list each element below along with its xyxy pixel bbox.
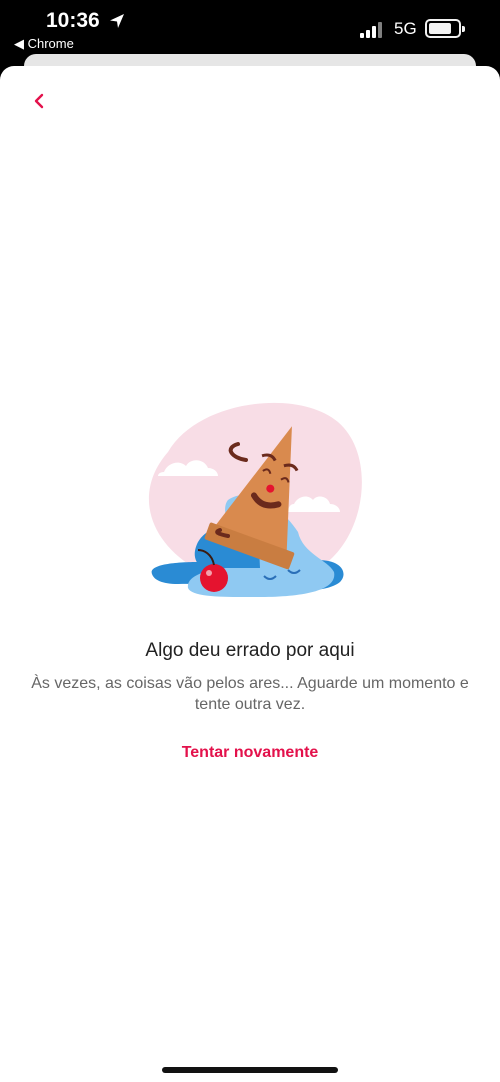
error-message: Às vezes, as coisas vão pelos ares... Ag… xyxy=(31,675,469,713)
home-indicator[interactable] xyxy=(162,1067,338,1073)
retry-button[interactable]: Tentar novamente xyxy=(150,744,350,768)
battery-icon xyxy=(425,19,465,38)
status-time: 10:36 xyxy=(46,9,100,32)
back-button[interactable] xyxy=(26,88,52,114)
network-type: 5G xyxy=(394,19,417,38)
status-bar: 10:36 ◀ Chrome 5G xyxy=(0,0,500,56)
chevron-left-icon xyxy=(34,93,44,109)
modal-sheet: Algo deu errado por aqui Às vezes, as co… xyxy=(0,66,500,1082)
location-arrow-icon xyxy=(110,14,124,28)
fallen-ice-cream-icon xyxy=(148,402,362,598)
signal-icon xyxy=(360,22,384,38)
error-title: Algo deu errado por aqui xyxy=(145,640,355,661)
back-to-app-link[interactable]: ◀ Chrome xyxy=(14,36,74,52)
